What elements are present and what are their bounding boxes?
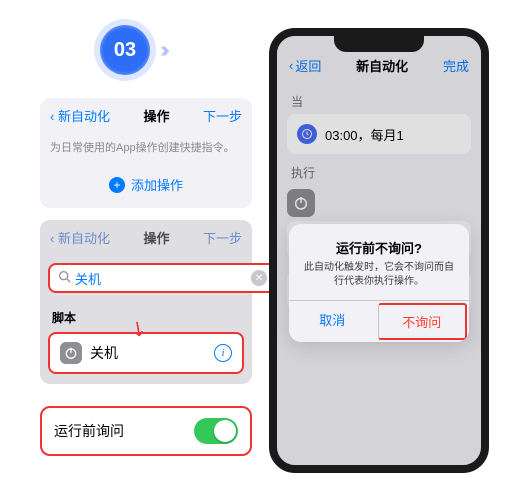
- panel-header: ‹ 新自动化 操作 下一步: [40, 220, 252, 255]
- add-action-button[interactable]: + 添加操作: [40, 165, 252, 208]
- panel-header: ‹ 新自动化 操作 下一步: [40, 98, 252, 133]
- confirm-alert: 运行前不询问? 此自动化触发时，它会不询问而自行代表你执行操作。 取消 不询问: [289, 224, 469, 342]
- info-icon[interactable]: i: [214, 344, 232, 362]
- alert-title: 运行前不询问?: [301, 238, 457, 257]
- phone-mockup: ‹返回 新自动化 完成 当 03:00，每月1 执行 关 运 运行前不询问? 此…: [269, 28, 489, 473]
- chevron-right-icon: ›››: [160, 37, 164, 63]
- ask-label: 运行前询问: [54, 421, 124, 441]
- phone-notch: [334, 36, 424, 52]
- ask-before-run-row: 运行前询问: [40, 406, 252, 456]
- alert-message: 此自动化触发时，它会不询问而自行代表你执行操作。: [301, 261, 457, 288]
- add-action-label: 添加操作: [131, 175, 183, 194]
- next-button[interactable]: 下一步: [203, 106, 242, 125]
- panel-title: 操作: [143, 228, 169, 247]
- power-icon: [60, 342, 82, 364]
- script-name: 关机: [90, 343, 206, 363]
- script-result-row[interactable]: ↘ 关机 i: [48, 332, 244, 374]
- alert-cancel-button[interactable]: 取消: [289, 301, 376, 342]
- plus-circle-icon: +: [109, 177, 125, 193]
- search-input[interactable]: [75, 271, 251, 286]
- search-input-container[interactable]: ✕: [48, 263, 277, 293]
- panel-title: 操作: [143, 106, 169, 125]
- actions-panel-empty: ‹ 新自动化 操作 下一步 为日常使用的App操作创建快捷指令。 + 添加操作: [40, 98, 252, 208]
- ask-toggle[interactable]: [194, 418, 238, 444]
- step-number-circle: 03: [100, 25, 150, 75]
- search-icon: [58, 270, 71, 286]
- back-button[interactable]: ‹ 新自动化: [50, 228, 110, 247]
- clear-icon[interactable]: ✕: [251, 270, 267, 286]
- next-button[interactable]: 下一步: [203, 228, 242, 247]
- panel-hint: 为日常使用的App操作创建快捷指令。: [40, 133, 252, 165]
- back-button[interactable]: ‹ 新自动化: [50, 106, 110, 125]
- step-badge: 03 ›››: [100, 25, 164, 75]
- step-number: 03: [114, 39, 136, 62]
- actions-panel-search: ‹ 新自动化 操作 下一步 ✕ 取消 脚本 ↘ 关机 i: [40, 220, 252, 384]
- alert-confirm-button[interactable]: 不询问: [378, 303, 468, 340]
